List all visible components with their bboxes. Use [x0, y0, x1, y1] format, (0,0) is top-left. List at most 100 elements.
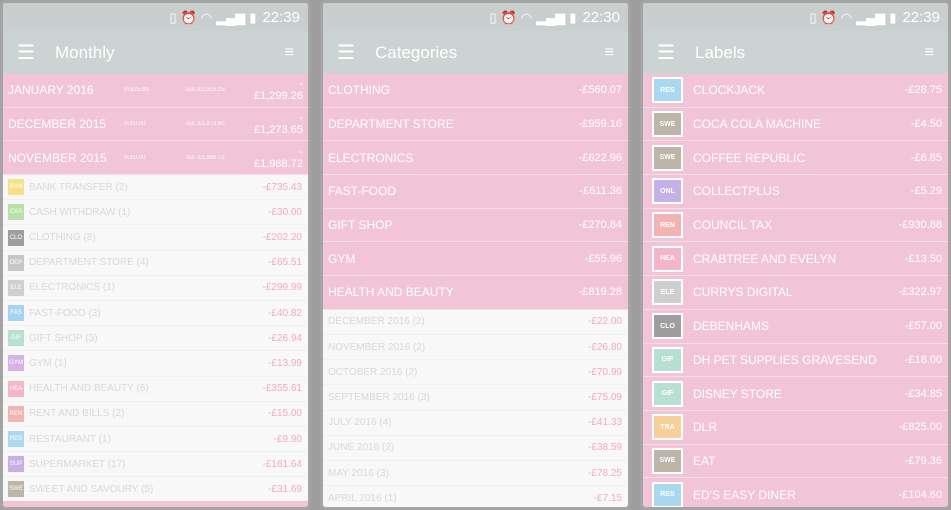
category-name: RENT AND BILLS (2): [29, 408, 125, 420]
label-row[interactable]: SWE EAT -£79.36: [643, 444, 948, 479]
category-amount: -£299.99: [262, 282, 302, 294]
month-list: JANUARY 2016 in:£25.99 out:-£1,325.25 -£1,2…: [3, 74, 308, 176]
label-badge: SWE: [652, 447, 683, 474]
month-row[interactable]: OCTOBER 2016 (2) -£70.99: [323, 360, 628, 386]
label-badge: CLO: [652, 313, 683, 340]
category-amount: -£31.69: [268, 483, 302, 495]
month-row[interactable]: APRIL 2016 (1) -£7.15: [323, 486, 628, 507]
label-row[interactable]: RES ED'S EASY DINER -£104.60: [643, 478, 948, 507]
category-list: CLOTHING -£560.07 DEPARTMENT STORE -£959.16…: [323, 74, 628, 310]
category-row[interactable]: REN RENT AND BILLS (2) -£15.00: [3, 401, 308, 427]
month-row[interactable]: JANUARY 2016 in:£25.99 out:-£1,325.25 -£1,2…: [3, 74, 308, 108]
label-row[interactable]: SWE COCA COLA MACHINE -£4.50: [643, 107, 948, 142]
battery-icon: ▮: [249, 9, 257, 25]
month-outgoing: out:-£1,988.72: [186, 154, 225, 161]
month-amount: -£38.59: [588, 442, 622, 454]
category-row[interactable]: RES RESTAURANT (1) -£9.90: [3, 426, 308, 453]
category-amount: -£622.96: [578, 151, 622, 164]
month-row[interactable]: DECEMBER 2015 in:£0.00 out:-£1,273.65 -£1,2…: [3, 107, 308, 142]
label-row[interactable]: GIF DISNEY STORE -£34.85: [643, 377, 948, 411]
month-name: JUNE 2016 (2): [328, 442, 395, 454]
category-row[interactable]: SUP SUPERMARKET (17) -£161.64: [3, 452, 308, 478]
category-name: SUPERMARKET (17): [29, 458, 126, 470]
category-amount: -£735.43: [262, 181, 302, 193]
category-name: RESTAURANT (1): [29, 433, 111, 445]
label-amount: -£930.88: [898, 219, 942, 232]
category-row[interactable]: ELECTRONICS -£622.96: [323, 141, 628, 176]
category-row[interactable]: GIF GIFT SHOP (3) -£26.94: [3, 326, 308, 352]
category-row[interactable]: HEA HEALTH AND BEAUTY (6) -£355.61: [3, 376, 308, 402]
category-row[interactable]: HEALTH AND BEAUTY -£819.28: [323, 276, 628, 310]
wifi-icon: ◠: [520, 9, 533, 25]
category-row[interactable]: FAS FAST-FOOD (3) -£40.82: [3, 301, 308, 327]
screen-title: Labels: [695, 42, 746, 62]
month-outgoing: out:-£1,273.65: [186, 121, 225, 128]
label-amount: -£5.29: [910, 185, 942, 198]
month-amount: -£41.33: [588, 417, 622, 429]
label-row[interactable]: HEA CRABTREE AND EVELYN -£13.50: [643, 242, 948, 277]
label-badge: SWE: [652, 144, 683, 171]
category-row[interactable]: ELE ELECTRONICS (1) -£299.99: [3, 275, 308, 301]
menu-icon[interactable]: ☰: [17, 40, 45, 65]
label-row[interactable]: RES CLOCKJACK -£28.75: [643, 74, 948, 108]
label-name: CRABTREE AND EVELYN: [693, 251, 837, 266]
label-amount: -£28.75: [904, 84, 942, 97]
category-name: ELECTRONICS: [328, 150, 414, 165]
category-row[interactable]: FAST-FOOD -£611.36: [323, 175, 628, 209]
category-name: GIFT SHOP: [328, 218, 393, 233]
sort-icon[interactable]: ≡: [605, 44, 614, 62]
category-badge: CLO: [8, 229, 24, 246]
label-row[interactable]: TRA DLR -£825.00: [643, 410, 948, 445]
label-row[interactable]: ONL COLLECTPLUS -£5.29: [643, 175, 948, 209]
month-row[interactable]: MAY 2016 (3) -£78.25: [323, 460, 628, 487]
category-row[interactable]: CLO CLOTHING (8) -£202.20: [3, 225, 308, 251]
month-row[interactable]: DECEMBER 2016 (2) -£22.00: [323, 309, 628, 335]
label-row[interactable]: GIF DH PET SUPPLIES GRAVESEND -£18.00: [643, 343, 948, 378]
category-row[interactable]: DEP DEPARTMENT STORE (4) -£65.51: [3, 250, 308, 276]
sort-icon[interactable]: ≡: [285, 44, 294, 62]
category-amount: -£13.99: [268, 357, 302, 369]
category-row[interactable]: SWE SWEET AND SAVOURY (5) -£31.69: [3, 477, 308, 503]
category-row[interactable]: GYM -£55.96: [323, 242, 628, 277]
month-row[interactable]: NOVEMBER 2015 in:£0.00 out:-£1,988.72 -£1,9…: [3, 141, 308, 176]
month-name: DECEMBER 2015: [8, 117, 107, 132]
battery-icon: ▮: [569, 9, 577, 25]
vibrate-icon: ▯: [169, 9, 177, 25]
label-name: COFFEE REPUBLIC: [693, 150, 806, 165]
label-row[interactable]: CLO DEBENHAMS -£57.00: [643, 309, 948, 344]
category-row[interactable]: BAN BANK TRANSFER (2) -£735.43: [3, 175, 308, 201]
alarm-icon: ⏰: [500, 9, 517, 25]
month-row[interactable]: SEPTEMBER 2016 (3) -£75.09: [323, 385, 628, 411]
vibrate-icon: ▯: [809, 9, 817, 25]
category-row[interactable]: CAS CASH WITHDRAW (1) -£30.00: [3, 200, 308, 226]
next-month-row-edge: [3, 501, 308, 507]
menu-icon[interactable]: ☰: [657, 40, 685, 65]
label-name: DH PET SUPPLIES GRAVESEND: [693, 352, 877, 367]
category-badge: GYM: [8, 355, 24, 372]
month-name: APRIL 2016 (1): [328, 492, 397, 504]
month-name: SEPTEMBER 2016 (3): [328, 391, 430, 403]
month-row[interactable]: NOVEMBER 2016 (2) -£26.80: [323, 335, 628, 361]
label-row[interactable]: REN COUNCIL TAX -£930.88: [643, 208, 948, 243]
label-amount: -£4.50: [910, 118, 942, 131]
label-badge: RES: [652, 77, 683, 104]
category-row[interactable]: GIFT SHOP -£270.84: [323, 208, 628, 243]
category-badge: HEA: [8, 380, 24, 397]
category-amount: -£9.90: [273, 433, 302, 445]
category-row[interactable]: GYM GYM (1) -£13.99: [3, 351, 308, 377]
label-name: COCA COLA MACHINE: [693, 117, 822, 132]
month-row[interactable]: JUNE 2016 (2) -£38.59: [323, 435, 628, 461]
category-row[interactable]: CLOTHING -£560.07: [323, 74, 628, 108]
category-row[interactable]: DEPARTMENT STORE -£959.16: [323, 107, 628, 142]
month-row[interactable]: JULY 2016 (4) -£41.33: [323, 410, 628, 436]
category-amount: -£202.20: [262, 232, 302, 244]
categories-screen: ▯ ⏰ ◠ ▂▄▆ ▮ 22:30 ☰ Categories ≡ CLOTHIN…: [320, 0, 631, 510]
category-amount: -£611.36: [579, 185, 622, 198]
status-bar: ▯ ⏰ ◠ ▂▄▆ ▮ 22:30: [323, 3, 628, 31]
label-row[interactable]: ELE CURRYS DIGITAL -£322.97: [643, 276, 948, 310]
app-toolbar: ☰ Categories ≡: [323, 31, 628, 74]
label-row[interactable]: SWE COFFEE REPUBLIC -£6.85: [643, 141, 948, 176]
month-income: in:£0.00: [124, 154, 146, 161]
menu-icon[interactable]: ☰: [337, 40, 365, 65]
sort-icon[interactable]: ≡: [925, 44, 934, 62]
